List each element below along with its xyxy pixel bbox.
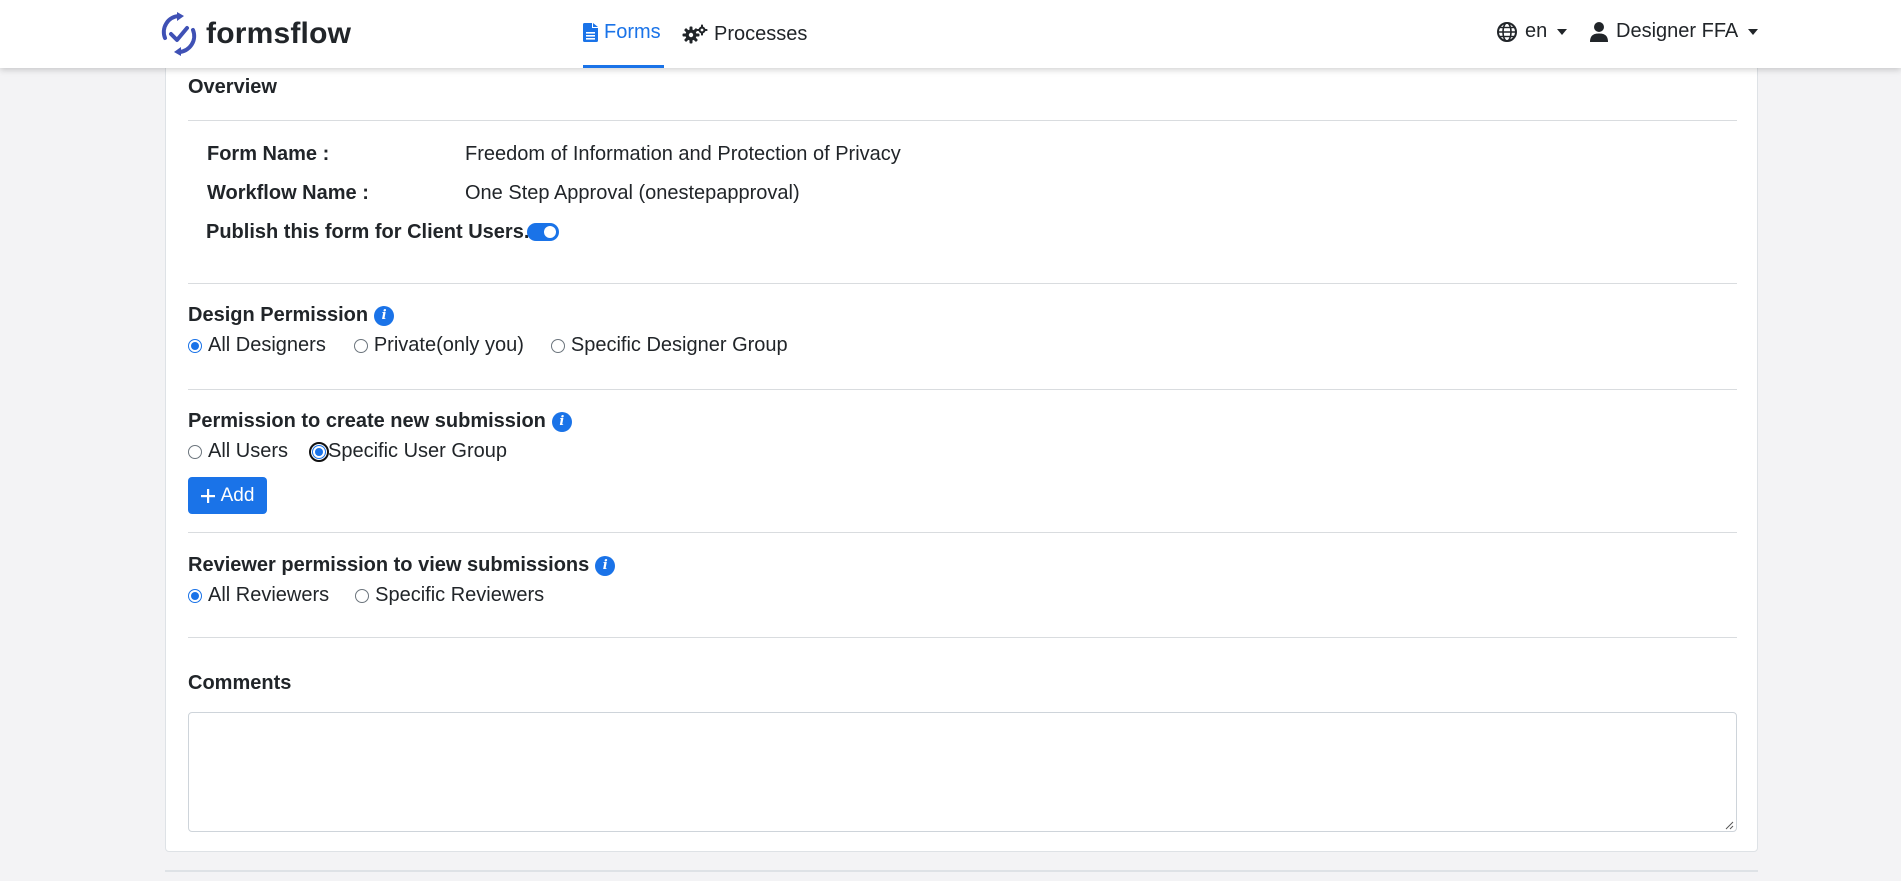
user-menu[interactable]: Designer FFA [1590, 20, 1759, 43]
chevron-down-icon [1748, 28, 1759, 35]
radio-label: Specific Designer Group [570, 334, 788, 356]
submission-permission-title: Permission to create new submission i [188, 410, 572, 433]
workflow-name-value: One Step Approval (onestepapproval) [465, 182, 800, 204]
comments-title-text: Comments [188, 672, 292, 694]
reviewer-permission-options: All Reviewers Specific Reviewers [188, 584, 544, 607]
radio-label: All Users [208, 440, 289, 462]
divider [188, 532, 1737, 533]
radio-button[interactable] [188, 588, 202, 603]
comments-textarea[interactable] [188, 712, 1737, 832]
radio-all-designers[interactable]: All Designers [188, 334, 326, 357]
radio-label: Specific User Group [328, 440, 507, 462]
info-icon[interactable]: i [551, 411, 572, 432]
nav-forms[interactable]: Forms [583, 0, 664, 68]
overview-title: Overview [188, 76, 277, 99]
add-user-group-button[interactable]: Add [188, 477, 267, 514]
workflow-name-label: Workflow Name : [207, 182, 369, 204]
radio-all-reviewers[interactable]: All Reviewers [188, 584, 329, 607]
divider [188, 120, 1737, 121]
gears-icon [682, 24, 708, 44]
brand-name: formsflow [206, 17, 352, 50]
radio-button[interactable] [188, 338, 202, 353]
chevron-down-icon [1557, 28, 1568, 35]
reviewer-permission-title: Reviewer permission to view submissions … [188, 554, 616, 577]
divider [188, 283, 1737, 284]
radio-label: Private(only you) [373, 334, 524, 356]
radio-specific-user-group[interactable]: Specific User Group [309, 440, 507, 463]
reviewer-permission-title-text: Reviewer permission to view submissions [188, 554, 590, 576]
globe-icon [1497, 21, 1517, 42]
resize-handle-icon[interactable] [1724, 820, 1734, 830]
language-dropdown[interactable]: en [1497, 20, 1568, 43]
radio-button[interactable] [355, 588, 370, 603]
user-icon [1590, 21, 1608, 42]
formsflow-logo-icon [161, 12, 197, 56]
divider [165, 870, 1758, 872]
radio-private[interactable]: Private(only you) [353, 334, 524, 357]
nav-processes[interactable]: Processes [682, 0, 807, 68]
publish-toggle[interactable] [527, 223, 559, 241]
divider [188, 637, 1737, 638]
top-navbar: formsflow Forms Processes en Designer FF… [0, 0, 1901, 68]
radio-label: All Designers [208, 334, 326, 356]
radio-label: Specific Reviewers [375, 584, 545, 606]
main-nav: Forms Processes [583, 0, 807, 68]
nav-processes-label: Processes [714, 22, 808, 45]
radio-button[interactable] [550, 338, 565, 353]
info-icon[interactable]: i [595, 555, 616, 576]
radio-button[interactable] [188, 444, 202, 459]
publish-label: Publish this form for Client Users. [206, 221, 530, 243]
radio-specific-designer-group[interactable]: Specific Designer Group [550, 334, 788, 357]
submission-permission-title-text: Permission to create new submission [188, 410, 546, 432]
radio-button[interactable] [309, 441, 330, 462]
radio-button[interactable] [353, 338, 368, 353]
plus-icon [200, 488, 215, 503]
radio-all-users[interactable]: All Users [188, 440, 288, 463]
nav-forms-label: Forms [604, 21, 661, 43]
design-permission-title-text: Design Permission [188, 304, 369, 326]
form-name-value: Freedom of Information and Protection of… [465, 143, 901, 165]
overview-title-text: Overview [188, 76, 277, 98]
brand-logo[interactable]: formsflow [160, 12, 351, 56]
add-button-label: Add [220, 484, 255, 506]
user-name: Designer FFA [1616, 20, 1739, 42]
design-permission-title: Design Permission i [188, 304, 395, 327]
divider [188, 389, 1737, 390]
comments-title: Comments [188, 672, 291, 695]
radio-specific-reviewers[interactable]: Specific Reviewers [355, 584, 544, 607]
form-name-label: Form Name : [207, 143, 330, 165]
submission-permission-options: All Users Specific User Group [188, 440, 507, 463]
language-value: en [1525, 20, 1548, 42]
radio-label: All Reviewers [208, 584, 330, 606]
file-icon [583, 23, 598, 42]
info-icon[interactable]: i [374, 305, 395, 326]
design-permission-options: All Designers Private(only you) Specific… [188, 334, 788, 357]
